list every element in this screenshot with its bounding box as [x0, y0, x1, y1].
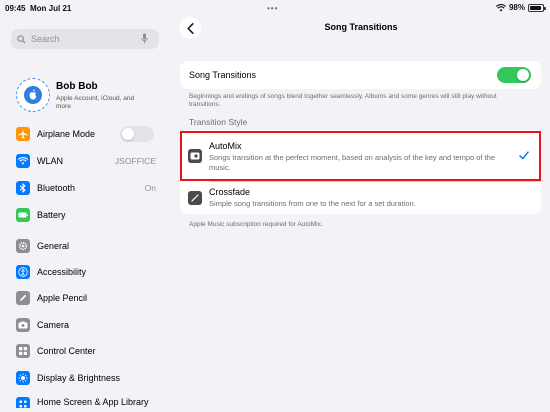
sidebar-item-label: Accessibility [37, 267, 87, 277]
camera-icon [16, 318, 30, 332]
sidebar-item-display-brightness[interactable]: Display & Brightness [16, 368, 156, 388]
airplane-icon [16, 127, 30, 141]
sidebar-item-camera[interactable]: Camera [16, 315, 156, 335]
sidebar-item-label: Apple Pencil [37, 293, 88, 303]
accessibility-icon [16, 265, 30, 279]
wlan-network-value: JSOFFICE [114, 156, 156, 166]
toggle-footnote: Beginnings and endings of songs blend to… [189, 93, 497, 108]
status-bar: 09:45 Mon Jul 21 ••• 98% [0, 0, 550, 16]
status-date: Mon Jul 21 [30, 4, 72, 13]
sidebar-item-label: Bluetooth [37, 183, 76, 193]
gear-icon [16, 239, 30, 253]
chevron-left-icon [186, 22, 194, 34]
crossfade-icon [188, 191, 202, 205]
option-automix[interactable]: AutoMix Songs transition at the perfect … [180, 131, 541, 181]
page-title: Song Transitions [324, 22, 398, 32]
sidebar-item-label: General [37, 241, 70, 251]
section-header: Transition Style [189, 117, 248, 127]
brightness-icon [16, 371, 30, 385]
airplane-mode-toggle[interactable] [120, 126, 154, 142]
microphone-icon[interactable] [141, 33, 148, 44]
status-time: 09:45 [5, 4, 26, 13]
sidebar-item-apple-pencil[interactable]: Apple Pencil [16, 288, 156, 308]
sidebar-item-accessibility[interactable]: Accessibility [16, 262, 156, 282]
sidebar-item-battery[interactable]: Battery [16, 205, 156, 225]
wifi-status-icon [495, 3, 506, 11]
status-indicators: 98% [495, 3, 546, 12]
option-description: Simple song transitions from one to the … [209, 199, 416, 208]
song-transitions-toggle-row: Song Transitions [180, 61, 541, 89]
wifi-icon [16, 154, 30, 168]
option-title: Crossfade [209, 187, 251, 197]
back-button[interactable] [179, 17, 201, 39]
control-center-icon [16, 344, 30, 358]
checkmark-icon [519, 151, 529, 160]
bluetooth-status-value: On [144, 183, 156, 193]
option-crossfade[interactable]: Crossfade Simple song transitions from o… [180, 182, 541, 214]
song-transitions-toggle[interactable] [497, 67, 531, 83]
multitasking-dots[interactable]: ••• [267, 4, 278, 13]
profile-name: Bob Bob [56, 81, 98, 92]
toggle-label: Song Transitions [189, 70, 257, 80]
automix-icon [188, 149, 202, 163]
option-title: AutoMix [209, 141, 242, 151]
battery-percent: 98% [508, 3, 525, 12]
sidebar-item-label: WLAN [37, 156, 64, 166]
sidebar-item-control-center[interactable]: Control Center [16, 341, 156, 361]
home-screen-icon [16, 397, 30, 408]
sidebar-item-label: Camera [37, 320, 70, 330]
sidebar-item-label: Home Screen & App Library [37, 397, 149, 407]
sidebar-item-bluetooth[interactable]: Bluetooth On [16, 178, 156, 198]
sidebar-item-home-screen[interactable]: Home Screen & App Library [16, 394, 156, 408]
sidebar-item-airplane-mode[interactable]: Airplane Mode [16, 124, 156, 144]
option-description: Songs transition at the perfect moment, … [209, 153, 496, 172]
sidebar-item-label: Airplane Mode [37, 129, 96, 139]
avatar [16, 78, 50, 112]
options-footnote: Apple Music subscription required for Au… [189, 221, 323, 228]
battery-icon [528, 3, 546, 12]
sidebar-item-label: Display & Brightness [37, 373, 121, 383]
sidebar-item-general[interactable]: General [16, 236, 156, 256]
sidebar-item-label: Control Center [37, 346, 96, 356]
profile-subtitle: Apple Account, iCloud, and more [56, 95, 135, 110]
search-icon [17, 34, 26, 44]
battery-settings-icon [16, 208, 30, 222]
apple-logo-icon [24, 86, 42, 104]
search-placeholder: Search [31, 34, 60, 44]
pencil-icon [16, 291, 30, 305]
sidebar-item-wlan[interactable]: WLAN JSOFFICE [16, 151, 156, 171]
apple-account-profile[interactable]: Bob Bob Apple Account, iCloud, and more [16, 78, 166, 114]
search-field[interactable]: Search [11, 29, 159, 49]
sidebar-item-label: Battery [37, 210, 66, 220]
bluetooth-icon [16, 181, 30, 195]
